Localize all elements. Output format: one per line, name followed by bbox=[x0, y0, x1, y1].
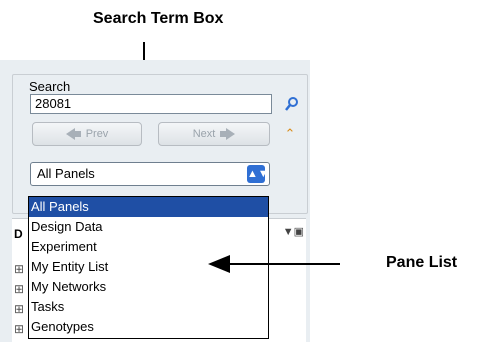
select-arrows-icon: ▲▼ bbox=[247, 165, 269, 183]
pane-option[interactable]: All Panels bbox=[29, 197, 268, 217]
prev-arrow-icon bbox=[65, 128, 81, 140]
pane-list-dropdown: All Panels Design Data Experiment My Ent… bbox=[28, 196, 269, 339]
pane-option[interactable]: Design Data bbox=[29, 217, 268, 237]
pane-option[interactable]: My Entity List bbox=[29, 257, 268, 277]
prev-button[interactable]: Prev bbox=[32, 122, 142, 146]
pane-option[interactable]: Genotypes bbox=[29, 317, 268, 337]
collapse-icon[interactable]: ⌃ bbox=[282, 126, 298, 142]
prev-label: Prev bbox=[85, 128, 109, 140]
pane-list-arrowhead bbox=[208, 255, 230, 273]
next-button[interactable]: Next bbox=[158, 122, 270, 146]
panel-select[interactable]: All Panels ▲▼ bbox=[30, 162, 270, 186]
pane-list-callout: Pane List bbox=[386, 254, 458, 271]
search-button[interactable] bbox=[282, 94, 302, 114]
pane-header-letter: D bbox=[14, 227, 23, 241]
pane-option[interactable]: Experiment bbox=[29, 237, 268, 257]
next-arrow-icon bbox=[220, 128, 236, 140]
magnifier-icon bbox=[285, 97, 298, 111]
pane-list-arrow bbox=[228, 263, 340, 265]
search-legend: Search bbox=[27, 79, 73, 94]
pane-option[interactable]: Tasks bbox=[29, 297, 268, 317]
tree-expanders: ⊞ ⊞ ⊞ ⊞ bbox=[14, 262, 25, 336]
panel-select-value: All Panels bbox=[37, 166, 95, 181]
pane-option[interactable]: My Networks bbox=[29, 277, 268, 297]
pane-tools-icon[interactable]: ▼▣ bbox=[283, 225, 304, 238]
search-term-box-callout: Search Term Box bbox=[93, 10, 224, 27]
search-input[interactable]: 28081 bbox=[30, 94, 272, 114]
next-label: Next bbox=[192, 128, 216, 140]
